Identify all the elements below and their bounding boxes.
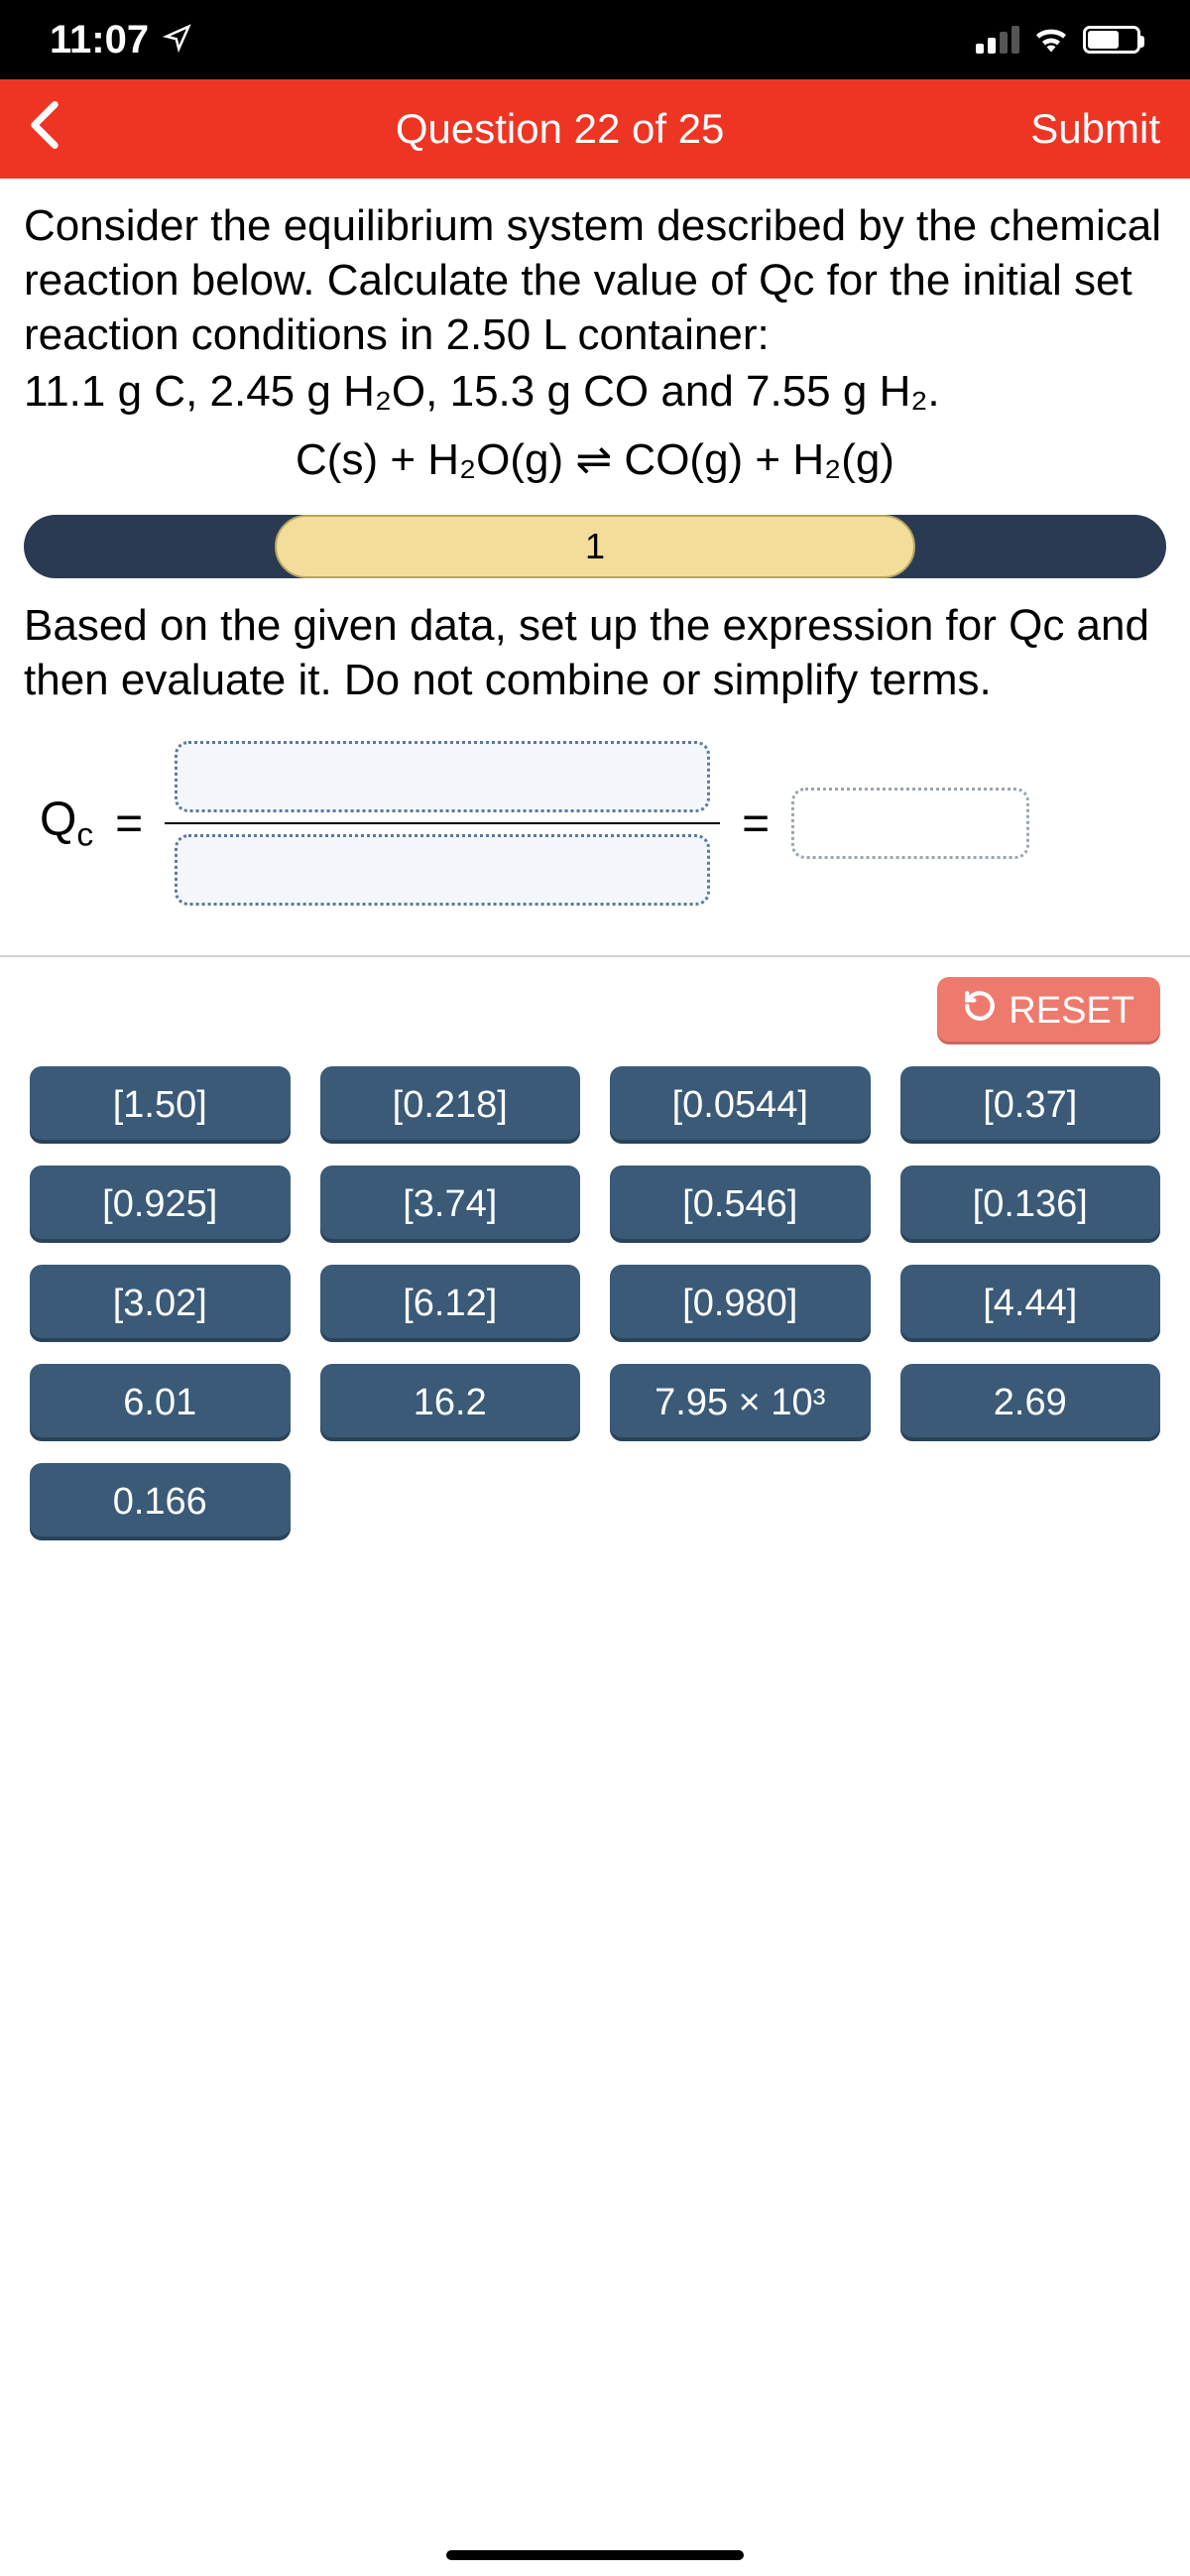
undo-icon	[963, 989, 997, 1033]
tile-1[interactable]: [0.218]	[320, 1066, 581, 1144]
reset-button[interactable]: RESET	[937, 977, 1160, 1044]
home-indicator[interactable]	[446, 2550, 744, 2560]
fraction	[165, 741, 720, 906]
tile-0[interactable]: [1.50]	[30, 1066, 291, 1144]
tile-16[interactable]: 0.166	[30, 1463, 291, 1540]
step-indicator: 1	[0, 515, 1190, 578]
tile-11[interactable]: [4.44]	[900, 1265, 1161, 1342]
location-arrow-icon	[163, 18, 192, 62]
equals-sign-1: =	[115, 797, 143, 851]
denominator-slot[interactable]	[175, 834, 710, 906]
app-header: Question 22 of 25 Submit	[0, 79, 1190, 179]
tile-7[interactable]: [0.136]	[900, 1165, 1161, 1243]
wifi-icon	[1033, 18, 1069, 62]
question-body: Consider the equilibrium system describe…	[0, 179, 1190, 515]
tile-6[interactable]: [0.546]	[610, 1165, 871, 1243]
battery-icon	[1083, 26, 1140, 54]
status-time: 11:07	[50, 18, 149, 62]
tile-13[interactable]: 16.2	[320, 1364, 581, 1441]
tile-8[interactable]: [3.02]	[30, 1265, 291, 1342]
tile-15[interactable]: 2.69	[900, 1364, 1161, 1441]
question-given: 11.1 g C, 2.45 g H₂O, 15.3 g CO and 7.55…	[24, 364, 1166, 419]
question-prompt: Consider the equilibrium system describe…	[24, 198, 1166, 362]
tile-9[interactable]: [6.12]	[320, 1265, 581, 1342]
tile-grid: [1.50] [0.218] [0.0544] [0.37] [0.925] […	[30, 1066, 1160, 1540]
status-bar: 11:07	[0, 0, 1190, 79]
tile-5[interactable]: [3.74]	[320, 1165, 581, 1243]
step-current[interactable]: 1	[275, 515, 914, 578]
tile-14[interactable]: 7.95 × 10³	[610, 1364, 871, 1441]
question-counter: Question 22 of 25	[89, 105, 1030, 153]
equals-sign-2: =	[742, 797, 770, 851]
fraction-line	[165, 822, 720, 824]
answer-tiles-area: RESET [1.50] [0.218] [0.0544] [0.37] [0.…	[0, 957, 1190, 1560]
back-button[interactable]	[30, 97, 89, 162]
tile-4[interactable]: [0.925]	[30, 1165, 291, 1243]
qc-symbol: Qc	[40, 793, 93, 855]
status-right	[976, 18, 1140, 62]
tile-10[interactable]: [0.980]	[610, 1265, 871, 1342]
numerator-slot[interactable]	[175, 741, 710, 812]
qc-expression: Qc = =	[0, 717, 1190, 955]
signal-icon	[976, 26, 1019, 54]
chemical-equation: C(s) + H₂O(g) ⇌ CO(g) + H₂(g)	[24, 432, 1166, 487]
tile-2[interactable]: [0.0544]	[610, 1066, 871, 1144]
reset-label: RESET	[1009, 990, 1134, 1033]
submit-button[interactable]: Submit	[1030, 105, 1160, 153]
status-left: 11:07	[50, 18, 192, 62]
result-slot[interactable]	[791, 788, 1029, 859]
step-instruction: Based on the given data, set up the expr…	[0, 598, 1190, 717]
tile-3[interactable]: [0.37]	[900, 1066, 1161, 1144]
tile-12[interactable]: 6.01	[30, 1364, 291, 1441]
